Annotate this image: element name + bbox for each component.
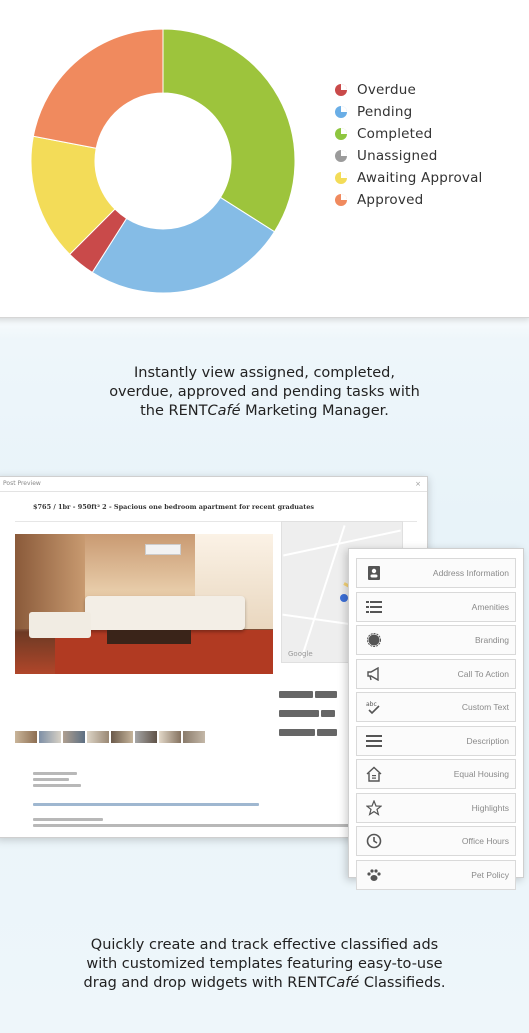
legend-item-awaiting-approval[interactable]: Awaiting Approval: [335, 167, 483, 189]
unassigned-swatch-icon: [335, 150, 347, 162]
lines-icon: [365, 732, 383, 750]
widget-office-hours[interactable]: Office Hours: [356, 826, 516, 856]
thumbnail[interactable]: [135, 731, 157, 743]
widget-equal-housing[interactable]: Equal Housing: [356, 759, 516, 789]
thumbnail[interactable]: [183, 731, 205, 743]
thumbnail[interactable]: [111, 731, 133, 743]
clock-icon: [365, 832, 383, 850]
legend-label: Unassigned: [357, 148, 438, 164]
star-icon: [365, 799, 383, 817]
widget-label: Custom Text: [461, 702, 509, 712]
legend-item-completed[interactable]: Completed: [335, 123, 483, 145]
legend-item-approved[interactable]: Approved: [335, 189, 483, 211]
classifieds-caption: Quickly create and track effective class…: [0, 936, 529, 993]
legend-item-unassigned[interactable]: Unassigned: [335, 145, 483, 167]
donut-slice-completed[interactable]: [162, 28, 296, 233]
preview-window-title: Post Preview: [3, 480, 41, 487]
widget-address-information[interactable]: Address Information: [356, 558, 516, 588]
caption-text: the RENT: [140, 403, 208, 419]
widget-label: Address Information: [432, 568, 509, 578]
legend-item-pending[interactable]: Pending: [335, 101, 483, 123]
widget-highlights[interactable]: Highlights: [356, 792, 516, 823]
widget-label: Amenities: [471, 601, 509, 612]
widget-branding[interactable]: Branding: [356, 625, 516, 655]
megaphone-icon: [365, 665, 383, 683]
pending-swatch-icon: [335, 106, 347, 118]
thumbnail[interactable]: [87, 731, 109, 743]
address-card-icon: [365, 564, 383, 582]
caption-line: overdue, approved and pending tasks with: [109, 384, 420, 400]
widget-call-to-action[interactable]: Call To Action: [356, 658, 516, 689]
widgets-panel: Address Information Amenities Branding C…: [348, 548, 524, 890]
task-chart-card: Overdue Pending Completed Unassigned Awa…: [0, 0, 529, 318]
completed-swatch-icon: [335, 128, 347, 140]
brand-cafe: Café: [207, 403, 241, 419]
map-attribution: Google: [288, 650, 313, 658]
widget-label: Highlights: [471, 802, 509, 813]
approved-swatch-icon: [335, 194, 347, 206]
preview-titlebar: Post Preview ×: [0, 477, 427, 492]
list-icon: [365, 598, 383, 616]
donut-slice-approved[interactable]: [32, 28, 164, 149]
thumbnail[interactable]: [15, 731, 37, 743]
widget-label: Call To Action: [457, 668, 509, 679]
widget-amenities[interactable]: Amenities: [356, 591, 516, 622]
caption-text: Classifieds.: [359, 975, 446, 991]
listing-photo[interactable]: [15, 534, 273, 674]
legend-item-overdue[interactable]: Overdue: [335, 79, 483, 101]
caption-text: drag and drop widgets with RENT: [83, 975, 327, 991]
photo-thumbnails: [15, 731, 205, 743]
listing-heading: $765 / 1br - 950ft² 2 - Spacious one bed…: [33, 503, 315, 511]
chart-legend: Overdue Pending Completed Unassigned Awa…: [335, 79, 483, 211]
stamp-icon: [365, 631, 383, 649]
thumbnail[interactable]: [63, 731, 85, 743]
caption-line: Quickly create and track effective class…: [90, 937, 439, 953]
widget-custom-text[interactable]: abc Custom Text: [356, 692, 516, 722]
task-donut-chart: [30, 28, 296, 294]
widget-label: Equal Housing: [453, 769, 509, 779]
close-icon[interactable]: ×: [415, 477, 421, 491]
caption-line: Instantly view assigned, completed,: [134, 365, 395, 381]
svg-text:abc: abc: [366, 701, 377, 708]
caption-line: with customized templates featuring easy…: [86, 956, 443, 972]
text-check-icon: abc: [365, 698, 383, 716]
overdue-swatch-icon: [335, 84, 347, 96]
address-text: [33, 772, 93, 790]
awaiting-approval-swatch-icon: [335, 172, 347, 184]
widget-label: Branding: [474, 635, 509, 645]
legend-label: Awaiting Approval: [357, 170, 483, 186]
caption-text: Marketing Manager.: [240, 403, 389, 419]
widget-pet-policy[interactable]: Pet Policy: [356, 859, 516, 890]
marketing-manager-caption: Instantly view assigned, completed, over…: [0, 364, 529, 421]
thumbnail[interactable]: [39, 731, 61, 743]
caption-line: drag and drop widgets with RENTCafé Clas…: [0, 974, 529, 993]
widget-label: Description: [466, 735, 509, 746]
paw-icon: [365, 866, 383, 884]
widget-label: Office Hours: [461, 836, 509, 846]
legend-label: Approved: [357, 192, 424, 208]
legend-label: Pending: [357, 104, 413, 120]
thumbnail[interactable]: [159, 731, 181, 743]
widget-description[interactable]: Description: [356, 725, 516, 756]
map-pin-icon: [340, 594, 348, 602]
house-icon: [365, 765, 383, 783]
listing-badges: [279, 686, 341, 743]
caption-line: the RENTCafé Marketing Manager.: [0, 402, 529, 421]
brand-cafe: Café: [326, 975, 360, 991]
legend-label: Completed: [357, 126, 433, 142]
listing-url: [33, 803, 303, 809]
widget-label: Pet Policy: [471, 869, 509, 880]
legend-label: Overdue: [357, 82, 417, 98]
